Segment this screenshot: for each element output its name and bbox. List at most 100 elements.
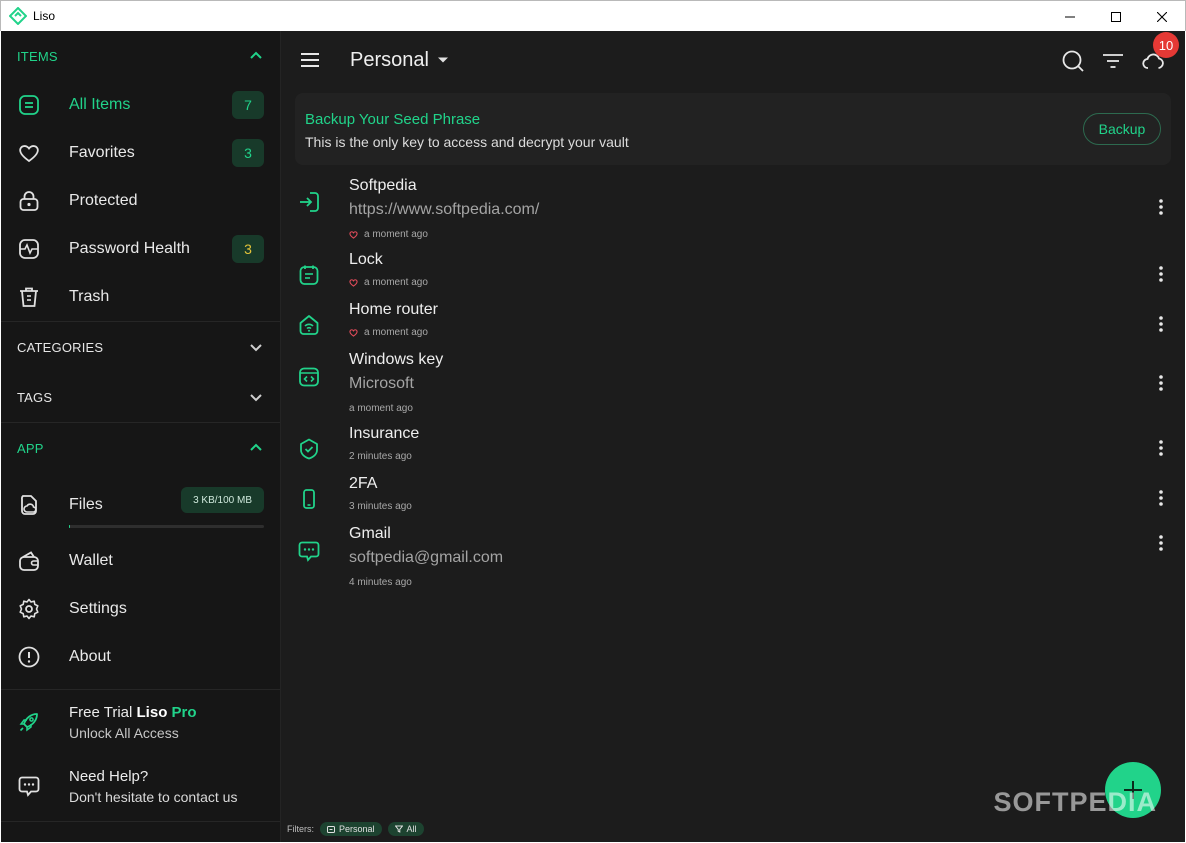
search-button[interactable] <box>1053 45 1093 77</box>
item-time-text: 4 minutes ago <box>349 576 412 588</box>
minimize-button[interactable] <box>1047 1 1093 32</box>
liso-logo-icon <box>9 7 27 25</box>
sidebar-item-favorites[interactable]: Favorites 3 <box>1 129 280 177</box>
rocket-icon <box>19 713 38 732</box>
trash-icon <box>17 285 41 309</box>
sidebar-item-label: All Items <box>69 96 131 113</box>
wallet-icon <box>17 549 41 573</box>
app-section-header[interactable]: APP <box>1 423 280 473</box>
sidebar-item-label: Wallet <box>69 552 113 569</box>
backup-button[interactable]: Backup <box>1083 113 1161 145</box>
watermark: SOFTPEDIA <box>993 787 1157 817</box>
more-vertical-icon <box>1159 199 1163 215</box>
item-title: Gmail <box>349 525 391 542</box>
categories-section-header[interactable]: CATEGORIES <box>1 322 280 372</box>
sidebar-item-label: Trash <box>69 288 110 305</box>
sidebar-item-label: Files <box>69 496 103 513</box>
health-icon <box>17 237 41 261</box>
item-time-text: a moment ago <box>364 276 428 288</box>
vault-selector[interactable]: Personal <box>350 49 449 72</box>
list-item[interactable]: Softpedia https://www.softpedia.com/ a m… <box>281 171 1185 245</box>
item-menu-button[interactable] <box>1153 488 1169 508</box>
count-badge: 3 <box>232 139 264 167</box>
item-menu-button[interactable] <box>1153 314 1169 334</box>
gear-icon <box>17 597 41 621</box>
sidebar-item-files[interactable]: Files 3 KB/100 MB <box>1 473 280 537</box>
item-menu-button[interactable] <box>1153 533 1169 553</box>
backup-seed-banner: Backup Your Seed Phrase This is the only… <box>295 93 1171 165</box>
filter-button[interactable] <box>1093 45 1133 77</box>
list-item[interactable]: Insurance 2 minutes ago <box>281 419 1185 469</box>
item-time-text: 3 minutes ago <box>349 500 412 512</box>
item-menu-button[interactable] <box>1153 197 1169 217</box>
item-title: Insurance <box>349 425 420 442</box>
item-timestamp: 3 minutes ago <box>349 499 412 513</box>
list-item[interactable]: 2FA 3 minutes ago <box>281 469 1185 519</box>
maximize-button[interactable] <box>1093 1 1139 32</box>
sidebar-item-protected[interactable]: Protected <box>1 177 280 225</box>
sidebar-item-label: About <box>69 648 111 665</box>
note-icon <box>299 265 319 285</box>
filter-icon <box>1103 54 1123 68</box>
type-filter-label: All <box>406 824 417 834</box>
all-items-icon <box>17 93 41 117</box>
phone-icon <box>303 489 315 509</box>
tags-section-header[interactable]: TAGS <box>1 372 280 422</box>
favorite-heart-icon <box>349 278 358 287</box>
item-title: Windows key <box>349 351 444 368</box>
item-title: Softpedia <box>349 177 417 194</box>
sidebar-item-trash[interactable]: Trash <box>1 273 280 321</box>
list-item[interactable]: Windows key Microsoft a moment ago <box>281 345 1185 419</box>
list-item[interactable]: Gmail softpedia@gmail.com 4 minutes ago <box>281 519 1185 593</box>
window-titlebar: Liso <box>0 0 1186 31</box>
caret-down-icon <box>437 57 448 63</box>
pro-upgrade-promo[interactable]: Free Trial Liso Pro Unlock All Access <box>1 690 280 754</box>
count-badge: 3 <box>232 235 264 263</box>
item-subtitle: softpedia@gmail.com <box>349 549 504 566</box>
sidebar-item-about[interactable]: About <box>1 633 280 681</box>
items-section-label: ITEMS <box>17 48 58 64</box>
vault-items-list: Softpedia https://www.softpedia.com/ a m… <box>281 171 1185 593</box>
banner-subtitle: This is the only key to access and decry… <box>305 134 629 150</box>
item-menu-button[interactable] <box>1153 438 1169 458</box>
item-title: Home router <box>349 301 438 318</box>
active-filters: Filters: Personal All <box>287 822 424 836</box>
help-contact[interactable]: Need Help? Don't hesitate to contact us <box>1 754 280 818</box>
sidebar-item-password-health[interactable]: Password Health 3 <box>1 225 280 273</box>
software-license-icon <box>299 367 319 387</box>
close-icon <box>1157 11 1167 22</box>
list-item[interactable]: Lock a moment ago <box>281 245 1185 295</box>
chat-help-icon <box>18 776 40 797</box>
storage-progress-bar <box>69 525 264 528</box>
type-filter-chip[interactable]: All <box>387 822 424 836</box>
filter-funnel-icon <box>394 825 403 833</box>
item-time-text: a moment ago <box>364 228 428 240</box>
item-menu-button[interactable] <box>1153 373 1169 393</box>
more-vertical-icon <box>1159 266 1163 282</box>
minimize-icon <box>1065 16 1075 17</box>
close-window-button[interactable] <box>1139 1 1185 32</box>
item-subtitle: https://www.softpedia.com/ <box>349 201 540 218</box>
vault-filter-chip[interactable]: Personal <box>320 822 382 836</box>
chevron-up-icon <box>250 51 262 59</box>
menu-button[interactable] <box>298 48 322 72</box>
sidebar-item-wallet[interactable]: Wallet <box>1 537 280 585</box>
items-section-header[interactable]: ITEMS <box>1 31 280 81</box>
sync-button[interactable]: 10 <box>1133 32 1179 77</box>
sidebar-item-settings[interactable]: Settings <box>1 585 280 633</box>
item-menu-button[interactable] <box>1153 264 1169 284</box>
item-time-text: a moment ago <box>364 326 428 338</box>
vault-icon <box>327 826 335 833</box>
item-timestamp: a moment ago <box>349 325 438 339</box>
item-timestamp: a moment ago <box>349 275 428 289</box>
help-subtitle: Don't hesitate to contact us <box>69 788 238 805</box>
chevron-down-icon <box>250 344 262 352</box>
top-bar: Personal 10 <box>281 31 1185 89</box>
sidebar: ITEMS All Items 7 Favorites 3 Protected <box>1 31 281 842</box>
storage-progress-fill <box>69 525 70 528</box>
list-item[interactable]: Home router a moment ago <box>281 295 1185 345</box>
sidebar-item-all-items[interactable]: All Items 7 <box>1 81 280 129</box>
notification-count-badge: 10 <box>1153 32 1179 58</box>
categories-section-label: CATEGORIES <box>17 339 104 355</box>
item-subtitle: Microsoft <box>349 375 414 392</box>
